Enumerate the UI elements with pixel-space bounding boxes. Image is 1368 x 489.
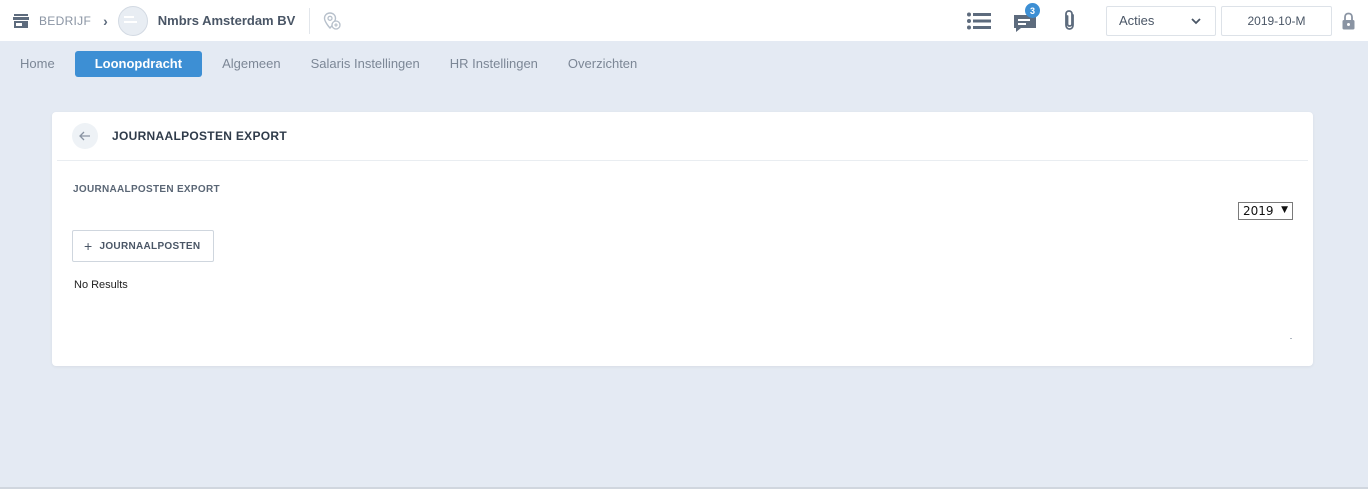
company-type-label[interactable]: BEDRIJF <box>39 14 91 28</box>
actions-label: Acties <box>1119 13 1155 28</box>
page-title: JOURNAALPOSTEN EXPORT <box>112 129 287 143</box>
nav-item-algemeen[interactable]: Algemeen <box>212 51 291 77</box>
divider <box>309 7 311 34</box>
toolbar-right: 3 Acties 2019-10-M <box>966 0 1368 41</box>
nav-item-home[interactable]: Home <box>10 51 65 77</box>
chevron-right-icon: › <box>103 12 108 29</box>
period-label: 2019-10-M <box>1247 13 1306 28</box>
add-journal-entries-button[interactable]: + JOURNAALPOSTEN <box>72 230 214 262</box>
nav-item-salaris-instellingen[interactable]: Salaris Instellingen <box>301 51 430 77</box>
plus-icon: + <box>84 238 93 254</box>
journal-export-card: JOURNAALPOSTEN EXPORT JOURNAALPOSTEN EXP… <box>52 112 1313 366</box>
resize-handle <box>1290 338 1292 339</box>
add-button-label: JOURNAALPOSTEN <box>99 240 201 252</box>
nav-item-hr-instellingen[interactable]: HR Instellingen <box>440 51 548 77</box>
year-select[interactable]: 2019 ▼ <box>1238 202 1293 220</box>
lock-icon[interactable] <box>1341 0 1355 41</box>
section-title: JOURNAALPOSTEN EXPORT <box>73 184 220 195</box>
year-value: 2019 <box>1243 204 1274 218</box>
arrow-left-icon <box>79 131 90 141</box>
period-selector[interactable]: 2019-10-M <box>1221 5 1332 36</box>
store-icon[interactable] <box>13 13 29 28</box>
top-bar: BEDRIJF › Nmbrs Amsterdam BV 3 Acties 20… <box>0 0 1368 41</box>
dropdown-arrow-icon: ▼ <box>1281 205 1288 215</box>
notification-badge: 3 <box>1025 3 1040 18</box>
actions-dropdown[interactable]: Acties <box>1106 5 1216 36</box>
company-name[interactable]: Nmbrs Amsterdam BV <box>158 13 296 28</box>
chat-icon[interactable]: 3 <box>1012 0 1040 41</box>
back-button[interactable] <box>72 123 98 149</box>
paperclip-icon[interactable] <box>1060 0 1080 41</box>
chevron-down-icon <box>1191 13 1201 28</box>
nav-item-loonopdracht[interactable]: Loonopdracht <box>74 51 203 77</box>
breadcrumb: BEDRIJF › Nmbrs Amsterdam BV <box>0 0 342 41</box>
avatar[interactable] <box>117 5 148 36</box>
main-nav: Home Loonopdracht Algemeen Salaris Inste… <box>0 51 647 77</box>
card-header: JOURNAALPOSTEN EXPORT <box>57 112 1308 161</box>
nav-item-overzichten[interactable]: Overzichten <box>558 51 647 77</box>
list-icon[interactable] <box>966 0 992 41</box>
empty-state-text: No Results <box>74 279 128 291</box>
location-pin-icon[interactable] <box>322 11 342 31</box>
